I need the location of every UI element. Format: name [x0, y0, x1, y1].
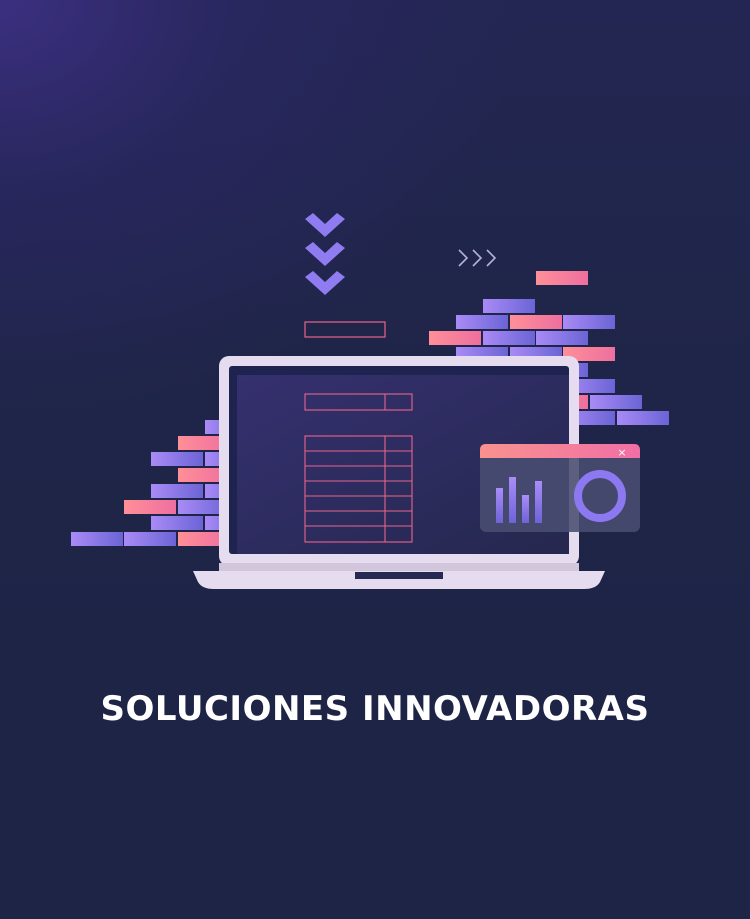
- popup-bar: [535, 481, 542, 523]
- chevron-down-icon: [305, 213, 345, 295]
- headline: SOLUCIONES INNOVADORAS: [100, 689, 650, 729]
- trackpad-notch: [355, 572, 443, 579]
- chart-popup: ×: [480, 444, 640, 532]
- illustration: ×: [71, 213, 669, 589]
- close-icon: ×: [617, 446, 626, 459]
- popup-bar: [509, 477, 516, 523]
- popup-bar: [496, 488, 503, 523]
- chevron-right-icon: [458, 249, 497, 267]
- popup-bar: [522, 495, 529, 523]
- floating-field-outline: [304, 321, 386, 338]
- left-brick-wall: [71, 420, 245, 546]
